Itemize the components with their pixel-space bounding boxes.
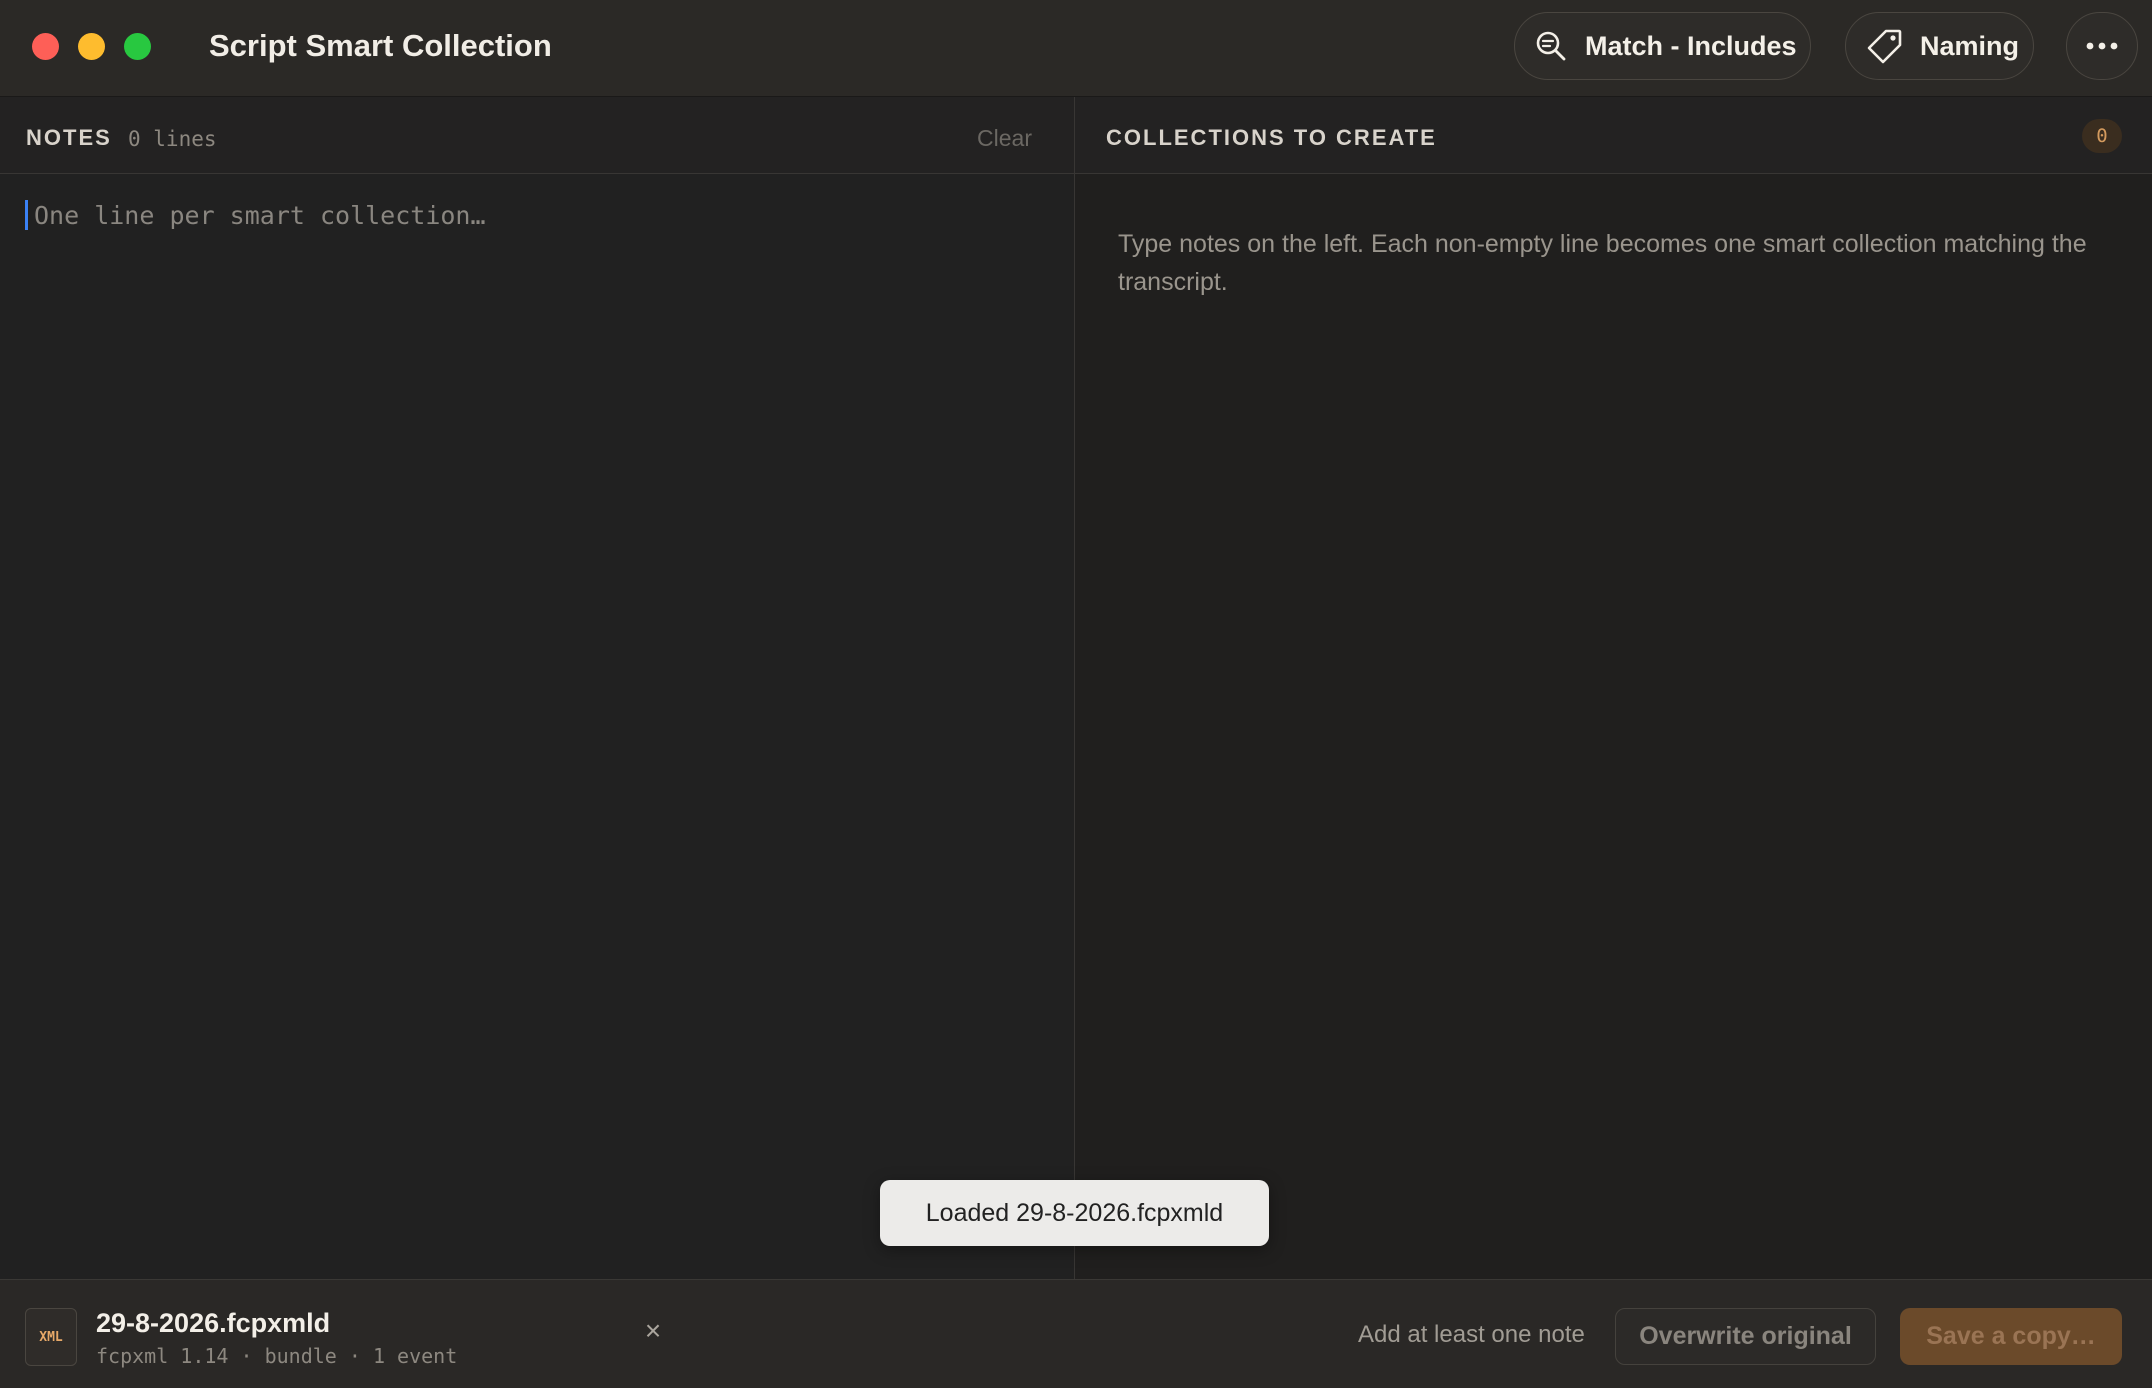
naming-label: Naming: [1920, 30, 2020, 61]
collections-empty-hint: Type notes on the left. Each non-empty l…: [1118, 230, 2087, 296]
collections-panel: COLLECTIONS TO CREATE 0 Type notes on th…: [1075, 97, 2152, 1279]
more-options-button[interactable]: [2066, 12, 2138, 80]
file-meta: fcpxml 1.14 · bundle · 1 event: [96, 1344, 458, 1368]
footer-bar: XML 29-8-2026.fcpxmld fcpxml 1.14 · bund…: [0, 1279, 2152, 1388]
notes-panel: NOTES 0 lines Clear: [0, 97, 1075, 1279]
window-close-button[interactable]: [32, 33, 59, 60]
search-icon: [1536, 31, 1566, 61]
collections-header: COLLECTIONS TO CREATE 0: [1075, 97, 2152, 174]
file-name: 29-8-2026.fcpxmld: [96, 1308, 331, 1338]
naming-button[interactable]: Naming: [1845, 12, 2034, 80]
notes-input[interactable]: [30, 193, 1038, 237]
xml-file-icon: XML: [25, 1308, 77, 1366]
clear-notes-button[interactable]: Clear: [977, 123, 1032, 153]
window-title: Script Smart Collection: [209, 28, 552, 63]
window-minimize-button[interactable]: [78, 33, 105, 60]
close-icon[interactable]: ×: [638, 1316, 668, 1346]
overwrite-original-button[interactable]: Overwrite original: [1615, 1308, 1876, 1365]
match-mode-button[interactable]: Match - Includes: [1514, 12, 1811, 80]
text-caret: [25, 200, 28, 230]
notes-line-count: 0 lines: [128, 127, 217, 151]
notes-title: NOTES: [26, 125, 112, 150]
window-zoom-button[interactable]: [124, 33, 151, 60]
ellipsis-icon: [2086, 42, 2118, 50]
toast-notification: Loaded 29-8-2026.fcpxmld: [880, 1180, 1269, 1246]
status-message: Add at least one note: [1358, 1321, 1585, 1348]
app-window: Script Smart Collection Match - Includes…: [0, 0, 2152, 1388]
collections-title: COLLECTIONS TO CREATE: [1106, 125, 1437, 150]
tag-icon: [1867, 29, 1902, 64]
save-copy-button[interactable]: Save a copy…: [1900, 1308, 2122, 1365]
match-mode-label: Match - Includes: [1585, 30, 1797, 61]
title-bar: Script Smart Collection Match - Includes…: [0, 0, 2152, 97]
notes-header: NOTES 0 lines Clear: [0, 97, 1074, 174]
collections-count-badge: 0: [2082, 119, 2122, 153]
